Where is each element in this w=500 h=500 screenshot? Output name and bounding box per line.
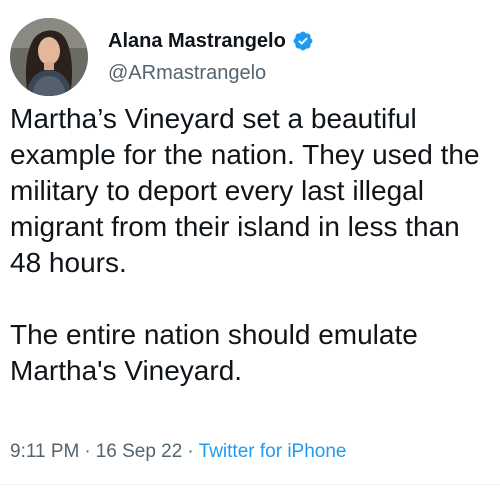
tweet-card: Alana Mastrangelo @ARmastrangelo Martha’… — [0, 0, 500, 500]
tweet-header: Alana Mastrangelo @ARmastrangelo — [10, 17, 314, 97]
verified-badge-icon — [292, 30, 314, 52]
avatar-image — [10, 18, 88, 96]
display-name[interactable]: Alana Mastrangelo — [108, 28, 286, 54]
tweet-time[interactable]: 9:11 PM — [10, 441, 79, 462]
tweet-date[interactable]: 16 Sep 22 — [96, 441, 183, 462]
meta-separator: · — [187, 441, 194, 462]
meta-separator: · — [84, 441, 91, 462]
user-names: Alana Mastrangelo @ARmastrangelo — [108, 28, 314, 86]
tweet-paragraph: Martha’s Vineyard set a beautiful exampl… — [10, 103, 480, 278]
tweet-paragraph: The entire nation should emulate Martha'… — [10, 319, 418, 386]
tweet-source-link[interactable]: Twitter for iPhone — [199, 441, 347, 462]
user-handle[interactable]: @ARmastrangelo — [108, 60, 314, 86]
name-row: Alana Mastrangelo — [108, 28, 314, 54]
tweet-meta: 9:11 PM · 16 Sep 22 · Twitter for iPhone — [10, 440, 347, 464]
tweet-text: Martha’s Vineyard set a beautiful exampl… — [10, 101, 495, 389]
divider — [0, 484, 500, 485]
avatar[interactable] — [10, 18, 88, 96]
